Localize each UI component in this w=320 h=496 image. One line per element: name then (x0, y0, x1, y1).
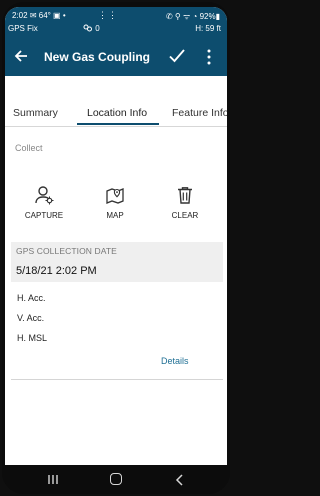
phone-frame: 2:02 ✉ 64° ▣ • ⋮⋮ ✆ ⚲ ᯤ ◔ 92%▮ GPS Fix 0… (2, 2, 230, 494)
check-icon[interactable] (168, 47, 186, 65)
satellite-count: 0 (83, 24, 100, 33)
gps-collection-date-label: GPS COLLECTION DATE (16, 246, 117, 256)
section-divider (11, 379, 223, 380)
gps-collection-date-field[interactable]: 5/18/21 2:02 PM (11, 260, 223, 282)
active-tab-indicator (77, 123, 159, 125)
system-nav-bar (2, 465, 230, 494)
vertical-accuracy-label: V. Acc. (17, 313, 45, 323)
app-bar: New Gas Coupling (5, 38, 227, 76)
collect-label: Collect (15, 143, 43, 153)
app-screen: 2:02 ✉ 64° ▣ • ⋮⋮ ✆ ⚲ ᯤ ◔ 92%▮ GPS Fix 0… (5, 7, 227, 465)
height-msl-label: H. MSL (17, 333, 48, 343)
tab-location-info[interactable]: Location Info (87, 107, 147, 119)
camera-notch: ⋮⋮ (98, 10, 118, 20)
arrow-left-icon[interactable] (13, 48, 29, 64)
capture-label: CAPTURE (24, 211, 64, 220)
person-pin-icon (35, 186, 54, 205)
page-title: New Gas Coupling (44, 50, 151, 64)
tab-feature-info[interactable]: Feature Info (172, 107, 227, 119)
gps-status: GPS Fix (8, 24, 38, 33)
tab-bar: Summary Location Info Feature Info (5, 99, 227, 127)
back-chevron-icon[interactable] (174, 474, 184, 486)
tab-summary[interactable]: Summary (13, 107, 58, 119)
capture-button[interactable]: CAPTURE (24, 185, 64, 221)
clear-button[interactable]: CLEAR (165, 185, 205, 221)
status-bar: 2:02 ✉ 64° ▣ • ⋮⋮ ✆ ⚲ ᯤ ◔ 92%▮ GPS Fix 0… (5, 7, 227, 38)
clear-label: CLEAR (171, 211, 199, 220)
map-button[interactable]: MAP (95, 185, 135, 221)
details-link[interactable]: Details (161, 356, 189, 366)
horizontal-accuracy-label: H. Acc. (17, 293, 46, 303)
home-icon[interactable] (110, 473, 122, 485)
status-time: 2:02 ✉ 64° ▣ • (12, 11, 66, 20)
status-indicators: ✆ ⚲ ᯤ ◔ 92%▮ (165, 12, 220, 21)
height-readout: H: 59 ft (195, 24, 221, 33)
trash-icon (178, 187, 192, 204)
gps-collection-date-header: GPS COLLECTION DATE (11, 242, 223, 260)
map-pin-icon (106, 188, 124, 204)
more-vertical-icon[interactable] (206, 48, 212, 66)
map-label: MAP (106, 211, 124, 220)
satellite-icon (83, 24, 92, 32)
recent-apps-icon[interactable] (47, 474, 59, 485)
gps-collection-date-value: 5/18/21 2:02 PM (16, 265, 97, 277)
